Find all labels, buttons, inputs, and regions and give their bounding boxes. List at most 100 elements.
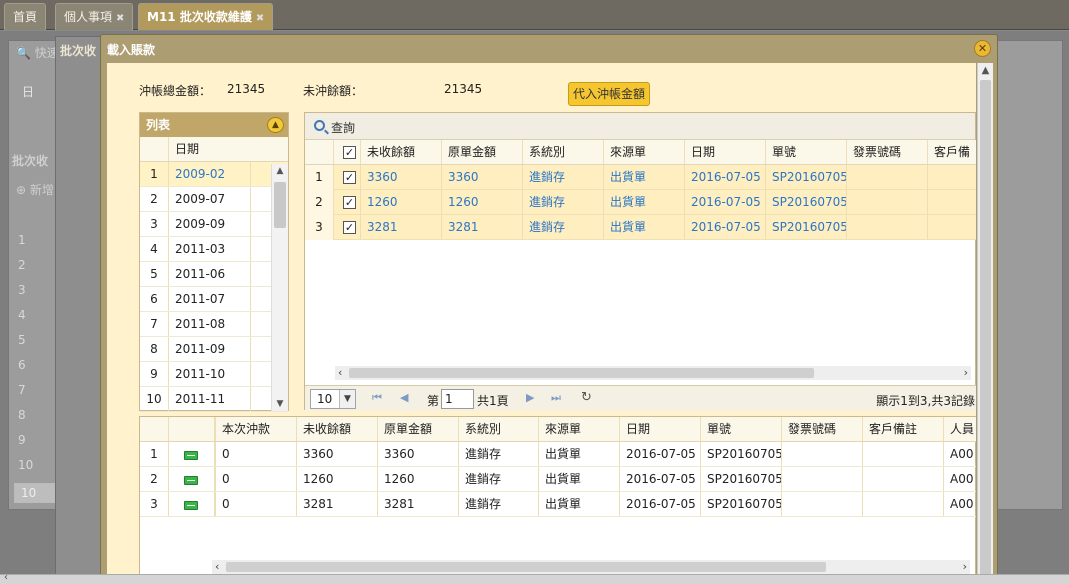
- scroll-left-icon[interactable]: ‹: [4, 572, 8, 583]
- tab-personal[interactable]: 個人事項 ✖: [55, 3, 134, 30]
- chevron-down-icon: ▼: [339, 390, 355, 408]
- query-column-header[interactable]: 單號: [767, 140, 847, 165]
- collapse-icon[interactable]: ▲: [267, 117, 284, 133]
- scrollbar-thumb[interactable]: [349, 368, 814, 378]
- selected-column-header[interactable]: 來源單: [540, 417, 620, 442]
- query-column-header[interactable]: 日期: [686, 140, 766, 165]
- selected-column-header[interactable]: 日期: [621, 417, 701, 442]
- edit-icon[interactable]: [184, 501, 198, 510]
- selected-hscrollbar[interactable]: ‹ ›: [212, 560, 970, 574]
- table-row[interactable]: 2 ✓ 1260 1260 進銷存 出貨單 2016-07-05 SP20160705C: [305, 190, 976, 215]
- first-page-icon[interactable]: ⏮: [372, 391, 382, 405]
- selected-column-header[interactable]: 未收餘額: [298, 417, 378, 442]
- selected-cell[interactable]: 0: [217, 492, 297, 517]
- list-item[interactable]: 9 2011-10: [140, 362, 288, 387]
- last-page-icon[interactable]: ⏭: [551, 391, 561, 405]
- prev-page-icon[interactable]: ◀: [400, 391, 408, 404]
- list-item[interactable]: 6 2011-07: [140, 287, 288, 312]
- tab-home-label: 首頁: [13, 10, 38, 24]
- selected-cell: 3360: [384, 447, 415, 461]
- selected-column-header[interactable]: 本次沖款: [217, 417, 297, 442]
- list-scrollbar[interactable]: ▲ ▼: [271, 164, 288, 411]
- dialog-close-icon[interactable]: ✕: [974, 40, 991, 57]
- query-column-header[interactable]: 客戶備: [929, 140, 976, 165]
- table-row[interactable]: 3 ✓ 3281 3281 進銷存 出貨單 2016-07-05 SP20160705C: [305, 215, 976, 240]
- row-number: 3: [150, 497, 158, 511]
- query-hscrollbar[interactable]: ‹ ›: [335, 366, 971, 380]
- date-column-header: 日期: [175, 142, 200, 156]
- scroll-left-icon[interactable]: ‹: [338, 366, 342, 380]
- selected-column-header[interactable]: 人員: [945, 417, 976, 442]
- list-item[interactable]: 4 2011-03: [140, 237, 288, 262]
- dialog-vscrollbar[interactable]: ▲: [977, 63, 993, 577]
- scroll-right-icon[interactable]: ›: [964, 366, 968, 380]
- selected-cell: 進銷存: [465, 447, 502, 461]
- scrollbar-thumb[interactable]: [274, 182, 286, 228]
- apply-amount-button[interactable]: 代入沖帳金額: [568, 82, 650, 106]
- list-item[interactable]: 3 2009-09: [140, 212, 288, 237]
- tab-home[interactable]: 首頁: [4, 3, 47, 30]
- background-batch-section: 批次收: [12, 154, 49, 168]
- selected-cell: 進銷存: [465, 497, 502, 511]
- selected-column-header[interactable]: 系統別: [460, 417, 540, 442]
- select-all-checkbox[interactable]: ✓: [343, 146, 356, 159]
- selected-column-header[interactable]: 單號: [702, 417, 782, 442]
- tab-batch-receipt[interactable]: M11 批次收款維護 ✖: [138, 3, 274, 30]
- row-number: 2: [150, 472, 158, 486]
- edit-icon[interactable]: [184, 451, 198, 460]
- close-icon[interactable]: ✖: [256, 13, 264, 24]
- selected-cell: 2016-07-05: [626, 497, 696, 511]
- list-item[interactable]: 8 2011-09: [140, 337, 288, 362]
- query-toolbar[interactable]: 查詢: [305, 113, 975, 140]
- page-size-select[interactable]: 10 ▼: [310, 389, 356, 409]
- query-column-header[interactable]: 發票號碼: [848, 140, 928, 165]
- table-row[interactable]: 1 ✓ 3360 3360 進銷存 出貨單 2016-07-05 SP20160705C: [305, 165, 976, 190]
- scroll-right-icon[interactable]: ›: [963, 560, 967, 574]
- list-item[interactable]: 1 2009-02: [140, 162, 288, 187]
- row-number: 9: [150, 367, 158, 381]
- selected-cell[interactable]: 0: [217, 467, 297, 492]
- edit-icon[interactable]: [184, 476, 198, 485]
- row-checkbox[interactable]: ✓: [343, 171, 356, 184]
- selected-column-header[interactable]: 客戶備註: [864, 417, 944, 442]
- query-cell: SP20160705C: [772, 220, 847, 234]
- list-panel: 列表 ▲ 日期 1 2009-02 2 2009-07 3 2009-09 4 2011-03…: [139, 112, 289, 412]
- query-column-header[interactable]: 原單金額: [443, 140, 523, 165]
- selected-cell: A00: [950, 497, 974, 511]
- selected-column-header[interactable]: 原單金額: [379, 417, 459, 442]
- list-item[interactable]: 5 2011-06: [140, 262, 288, 287]
- list-item[interactable]: 2 2009-07: [140, 187, 288, 212]
- scroll-down-icon[interactable]: ▼: [272, 399, 288, 409]
- next-page-icon[interactable]: ▶: [526, 391, 534, 404]
- query-column-header[interactable]: 系統別: [524, 140, 604, 165]
- selected-cell: 出貨單: [545, 472, 582, 486]
- list-item[interactable]: 7 2011-08: [140, 312, 288, 337]
- close-icon[interactable]: ✖: [116, 13, 124, 24]
- selected-cell: SP20160705C: [707, 497, 782, 511]
- scrollbar-thumb[interactable]: [980, 80, 991, 577]
- table-row[interactable]: 2 0 1260 1260 進銷存 出貨單 2016-07-05 SP20160705C A00: [140, 467, 976, 492]
- row-number: 4: [150, 242, 158, 256]
- selected-cell[interactable]: 0: [217, 442, 297, 467]
- bottom-scrollbar[interactable]: ‹: [0, 572, 1069, 584]
- query-column-header[interactable]: 來源單: [605, 140, 685, 165]
- page-number-input[interactable]: 1: [441, 389, 474, 409]
- row-checkbox[interactable]: ✓: [343, 221, 356, 234]
- selected-column-header[interactable]: 發票號碼: [783, 417, 863, 442]
- scrollbar-thumb[interactable]: [226, 562, 826, 572]
- dialog-body: 沖帳總金額： 21345 未沖餘額： 21345 代入沖帳金額 列表 ▲ 日期 …: [107, 63, 976, 577]
- query-cell: SP20160705C: [772, 170, 847, 184]
- scroll-up-icon[interactable]: ▲: [272, 166, 288, 176]
- list-item[interactable]: 10 2011-11: [140, 387, 288, 412]
- scroll-left-icon[interactable]: ‹: [215, 560, 219, 574]
- query-panel: 查詢 ✓ 未收餘額 原單金額 系統別 來源單 日期 單號 發票號碼 客戶備 1 ✓ 3360 336…: [304, 112, 976, 411]
- row-checkbox[interactable]: ✓: [343, 196, 356, 209]
- table-row[interactable]: 3 0 3281 3281 進銷存 出貨單 2016-07-05 SP20160705C A00: [140, 492, 976, 517]
- refresh-icon[interactable]: ↻: [581, 390, 592, 405]
- scroll-up-icon[interactable]: ▲: [978, 63, 993, 79]
- query-cell: [848, 190, 928, 215]
- query-column-header[interactable]: 未收餘額: [362, 140, 442, 165]
- table-row[interactable]: 1 0 3360 3360 進銷存 出貨單 2016-07-05 SP20160705C A00: [140, 442, 976, 467]
- query-cell: 出貨單: [610, 170, 647, 184]
- dialog-title: 載入賬款: [107, 43, 156, 57]
